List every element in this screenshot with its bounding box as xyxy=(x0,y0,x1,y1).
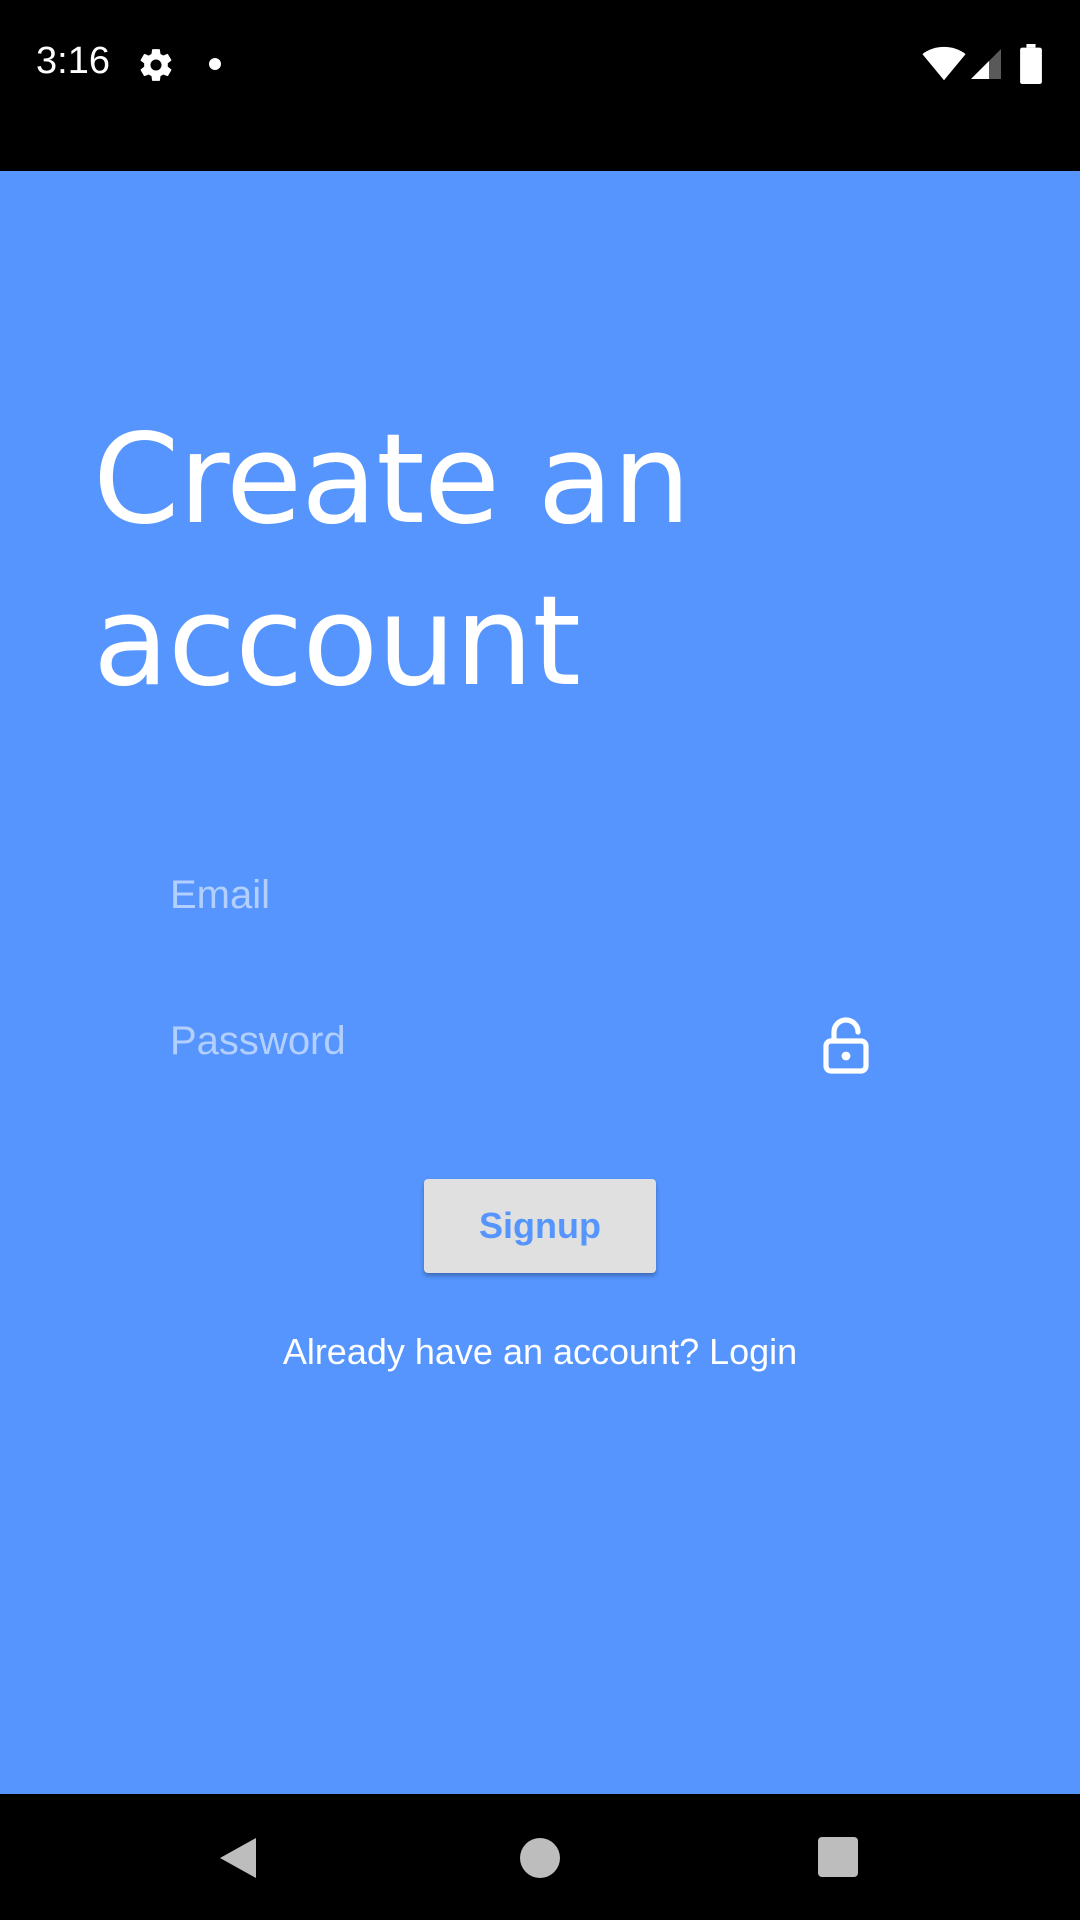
battery-icon xyxy=(1020,44,1042,84)
signal-icon xyxy=(971,49,1001,79)
navigation-bar xyxy=(0,1794,1080,1920)
signup-button[interactable]: Signup xyxy=(424,1179,656,1273)
page-title: Create an account xyxy=(93,408,691,714)
lock-icon[interactable] xyxy=(822,1017,870,1075)
recents-icon[interactable] xyxy=(818,1837,858,1877)
back-icon[interactable] xyxy=(216,1834,260,1882)
login-link[interactable]: Already have an account? Login xyxy=(0,1331,1080,1373)
status-bar: 3:16 xyxy=(0,0,1080,171)
signup-screen: Create an account Signup Already have an… xyxy=(0,171,1080,1794)
gear-icon xyxy=(140,49,172,81)
dot-icon xyxy=(209,58,221,70)
password-field[interactable] xyxy=(170,991,890,1091)
status-time: 3:16 xyxy=(36,40,110,82)
wifi-icon xyxy=(922,46,966,81)
home-icon[interactable] xyxy=(520,1838,560,1878)
email-field[interactable] xyxy=(170,845,890,945)
